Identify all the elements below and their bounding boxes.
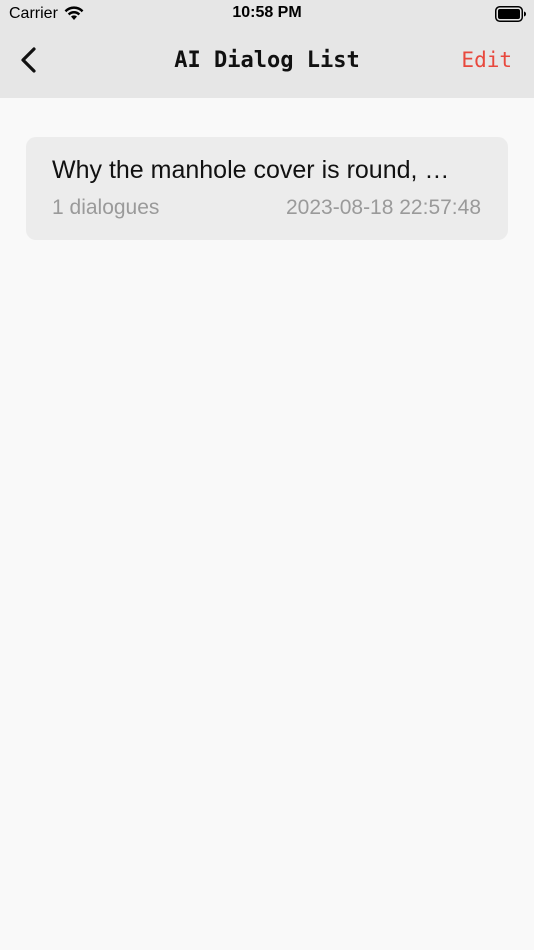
page-title: AI Dialog List xyxy=(174,48,360,73)
back-button[interactable] xyxy=(12,44,46,80)
dialog-count: 1 dialogues xyxy=(52,196,160,219)
dialog-title: Why the manhole cover is round, … xyxy=(52,156,450,184)
navigation-bar: AI Dialog List Edit xyxy=(0,28,534,98)
edit-button[interactable]: Edit xyxy=(461,48,512,72)
chevron-left-icon xyxy=(19,46,39,79)
battery-icon xyxy=(495,6,527,22)
dialog-timestamp: 2023-08-18 22:57:48 xyxy=(286,196,481,219)
header-area: Carrier 10:58 PM AI Dialog List Edit xyxy=(0,0,534,98)
dialog-list: Why the manhole cover is round, … 1 dial… xyxy=(0,98,534,950)
status-time: 10:58 PM xyxy=(232,4,302,21)
status-bar: Carrier 10:58 PM xyxy=(0,0,534,28)
dialog-list-item[interactable]: Why the manhole cover is round, … 1 dial… xyxy=(26,137,508,240)
